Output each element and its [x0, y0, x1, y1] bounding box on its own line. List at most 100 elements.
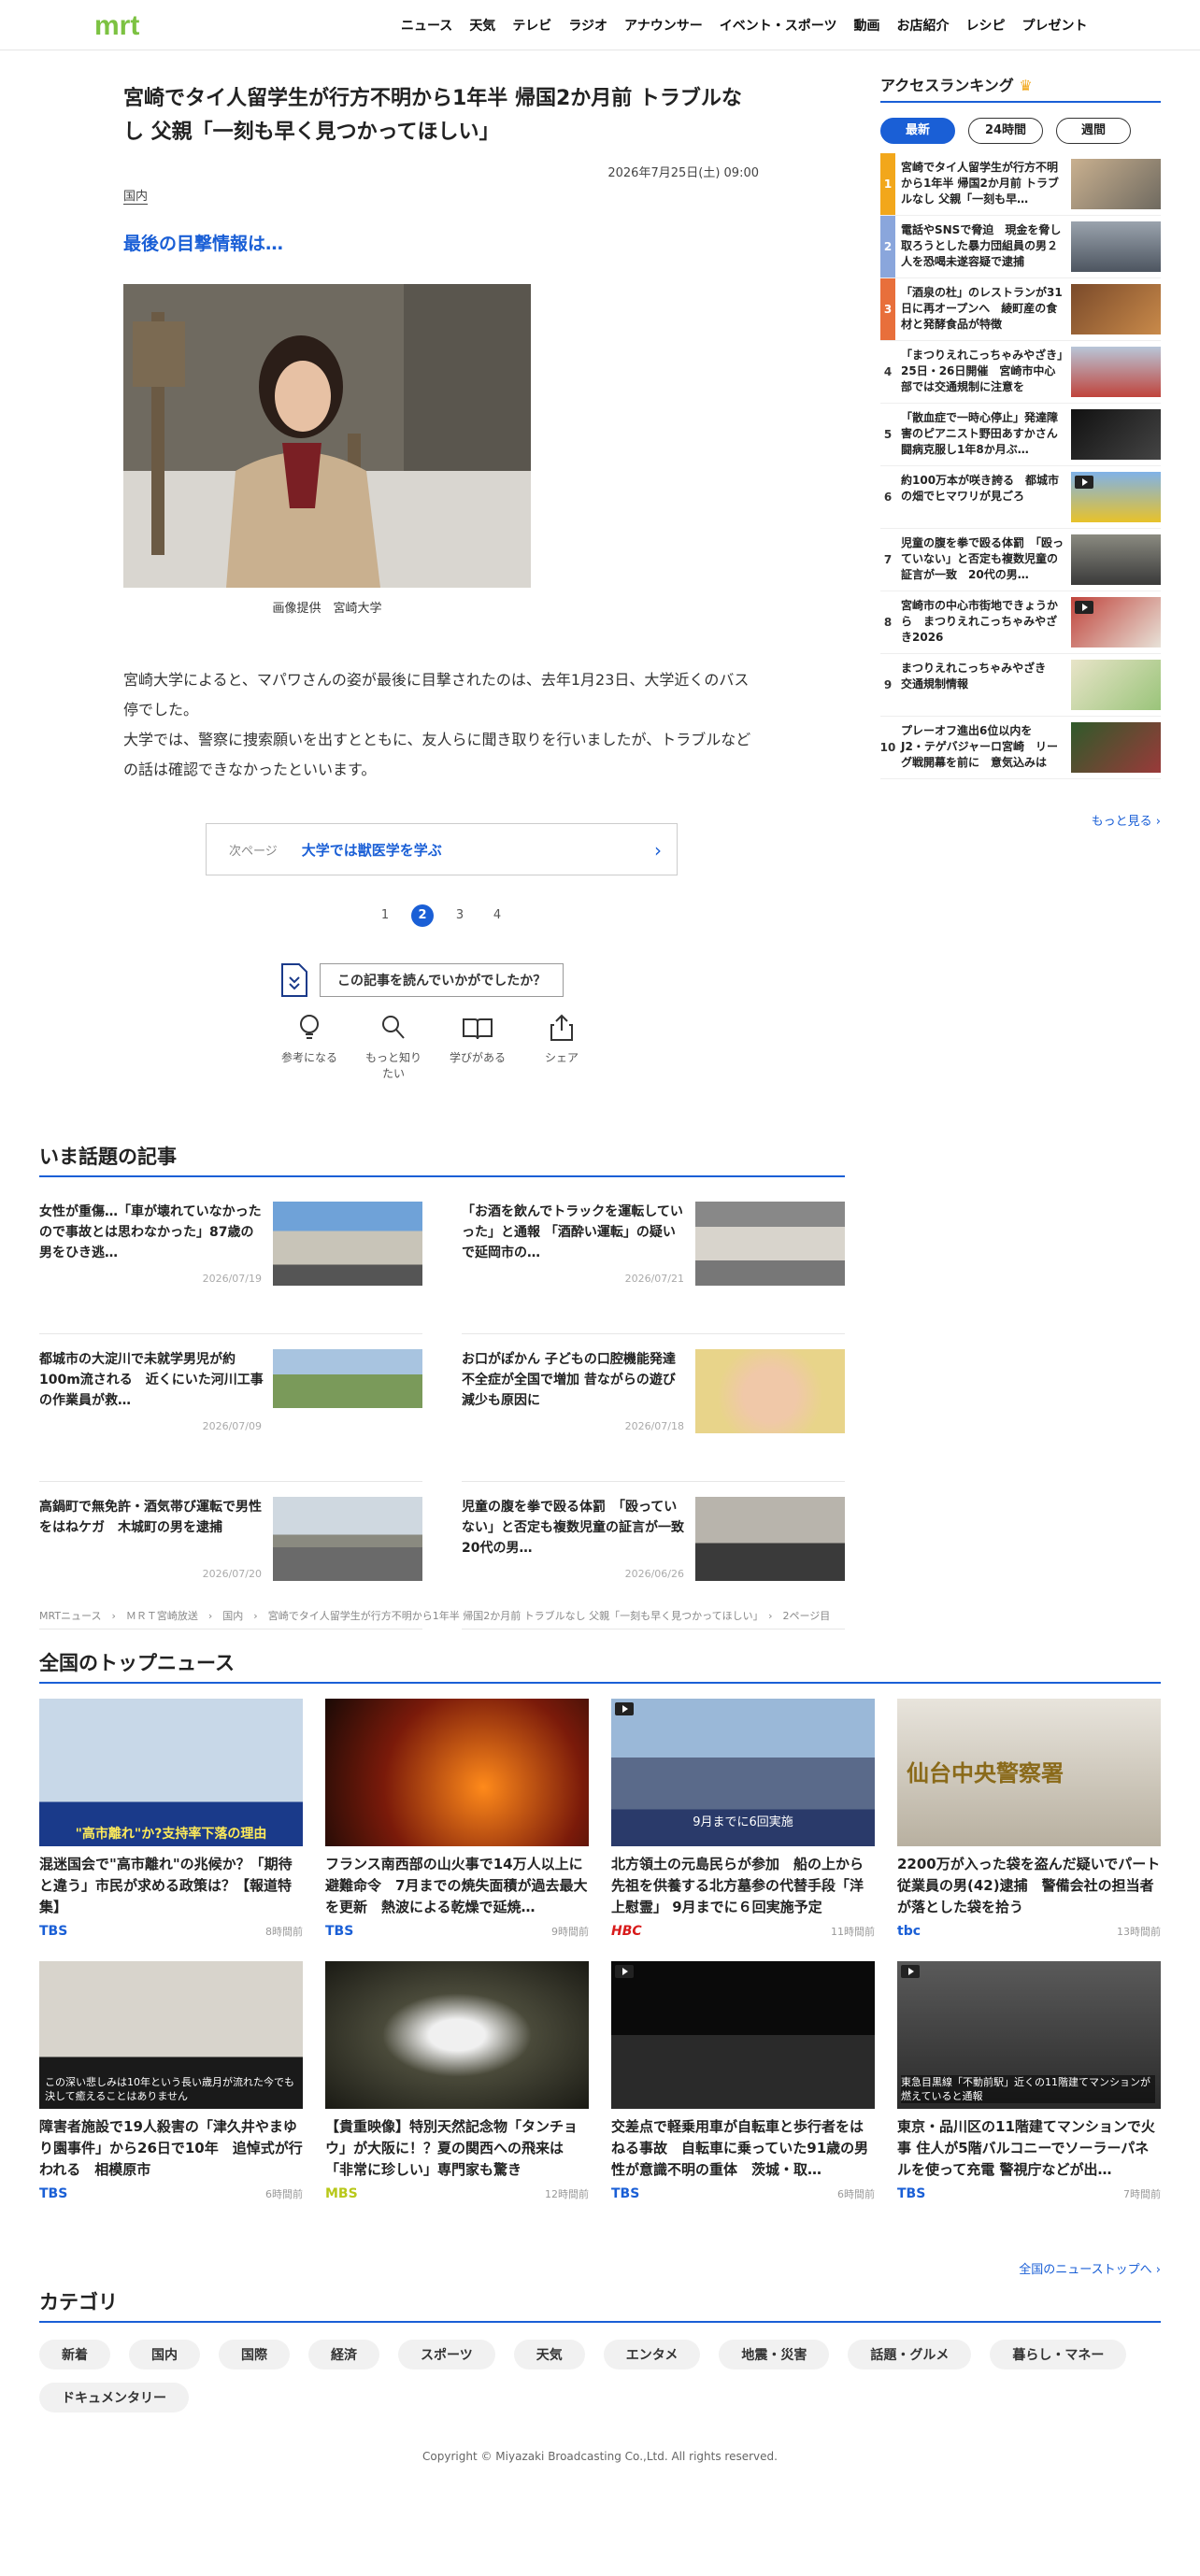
- ranking-item[interactable]: 4 「まつりえれこっちゃみやざき」25日・26日開催 宮崎市中心部では交通規制に注…: [880, 341, 1161, 404]
- brand-logo: TBS: [39, 2186, 68, 2201]
- topic-card[interactable]: お口がぽかん 子どもの口腔機能発達不全症が全国で増加 昔ながらの遊び減少も原因に…: [462, 1349, 845, 1482]
- tab-weekly[interactable]: 週間: [1056, 118, 1131, 144]
- news-thumb: [325, 1699, 589, 1846]
- nav-events[interactable]: イベント・スポーツ: [711, 16, 846, 35]
- page-link[interactable]: 1: [374, 904, 396, 927]
- nav-present[interactable]: プレゼント: [1014, 16, 1096, 35]
- ranking-item[interactable]: 2 電話やSNSで脅迫 現金を脅し取ろうとした暴力団組員の男２人を恐喝未遂容疑で逮…: [880, 216, 1161, 278]
- reaction-helpful[interactable]: 参考になる: [277, 1014, 342, 1081]
- next-page-title: 大学では獣医学を学ぶ: [301, 841, 442, 859]
- tab-24h[interactable]: 24時間: [968, 118, 1043, 144]
- news-thumb: [611, 1961, 875, 2109]
- nav-tv[interactable]: テレビ: [504, 16, 560, 35]
- nav-news[interactable]: ニュース: [393, 16, 461, 35]
- news-card[interactable]: この深い悲しみは10年という長い歳月が流れた今でも決して癒えることはありません …: [39, 1961, 303, 2201]
- topic-thumb: [273, 1349, 422, 1433]
- chevron-right-icon: ›: [654, 839, 662, 861]
- body-paragraph: 大学では、警察に捜索願いを出すとともに、友人らに聞き取りを行いましたが、トラブル…: [123, 731, 751, 778]
- brand-logo: TBS: [39, 1924, 68, 1939]
- brand-logo: MBS: [325, 2186, 358, 2201]
- mrt-logo[interactable]: mrt: [94, 7, 154, 41]
- ranking-more-link[interactable]: もっと見る ›: [935, 811, 1161, 829]
- next-page-label: 次ページ: [229, 844, 278, 859]
- category-chip[interactable]: 天気: [513, 2340, 585, 2370]
- access-ranking: アクセスランキング ♛ 最新 24時間 週間 1 宮崎でタイ人留学生が行方不明から…: [880, 73, 1161, 779]
- category-chip[interactable]: 新着: [39, 2340, 110, 2370]
- tab-latest[interactable]: 最新: [880, 118, 955, 144]
- page-link[interactable]: 4: [486, 904, 508, 927]
- topic-thumb: [695, 1202, 845, 1286]
- article-date: 2026年7月25日(土) 09:00: [607, 166, 759, 180]
- ranking-item[interactable]: 5 「散血症で一時心停止」発達障害のピアニスト野田あすかさん 闘病克服し1年8か月…: [880, 404, 1161, 466]
- national-more-link[interactable]: 全国のニューストップへ ›: [841, 2259, 1161, 2277]
- topic-card[interactable]: 都城市の大淀川で未就学男児が約100m流される 近くにいた河川工事の作業員が救……: [39, 1349, 422, 1482]
- ranking-item[interactable]: 9 まつりえれこっちゃみやざき 交通規制情報: [880, 654, 1161, 717]
- news-card[interactable]: 9月までに6回実施 北方領土の元島民らが参加 船の上から先祖を供養する北方墓参の…: [611, 1699, 875, 1939]
- share-icon: [550, 1014, 573, 1041]
- share-button[interactable]: シェア: [529, 1014, 594, 1081]
- category-chip[interactable]: 経済: [308, 2340, 379, 2370]
- category-chip[interactable]: ドキュメンタリー: [39, 2383, 189, 2412]
- category-chip[interactable]: スポーツ: [398, 2340, 495, 2370]
- breadcrumb[interactable]: MRTニュース › ＭＲＴ宮崎放送 › 国内 › 宮崎でタイ人留学生が行方不明か…: [39, 1608, 830, 1623]
- ranking-thumb: [1071, 472, 1161, 522]
- reaction-more[interactable]: もっと知りたい: [361, 1014, 426, 1081]
- news-thumb: 9月までに6回実施: [611, 1699, 875, 1846]
- topic-card[interactable]: 「お酒を飲んでトラックを運転していった」と通報 「酒酔い運転」の疑いで延岡市の……: [462, 1202, 845, 1334]
- category-chip[interactable]: 話題・グルメ: [848, 2340, 972, 2370]
- ranking-item[interactable]: 7 児童の腹を拳で殴る体罰 「殴っていない」と否定も複数児童の証言が一致 20代の…: [880, 529, 1161, 591]
- reaction-learn[interactable]: 学びがある: [445, 1014, 510, 1081]
- ranking-thumb: [1071, 597, 1161, 648]
- ranking-thumb: [1071, 284, 1161, 334]
- pagination: 1 2 3 4: [374, 904, 508, 927]
- nav-recipe[interactable]: レシピ: [958, 16, 1014, 35]
- ranking-item[interactable]: 10 プレーオフ進出6位以内を J2・テゲバジャーロ宮崎 リーグ戦開幕を前に 意気…: [880, 717, 1161, 779]
- topic-thumb: [273, 1202, 422, 1286]
- news-card[interactable]: 【貴重映像】特別天然記念物「タンチョウ」が大阪に！？夏の関西への飛来は「非常に珍…: [325, 1961, 589, 2201]
- ranking-item[interactable]: 3 「酒泉の杜」のレストランが31日に再オープンへ 綾町産の食材と発酵食品が特徴: [880, 278, 1161, 341]
- play-icon: [1075, 476, 1093, 489]
- article-title: 宮崎でタイ人留学生が行方不明から1年半 帰国2か月前 トラブルなし 父親「一刻も…: [123, 87, 742, 144]
- global-nav: ニュース 天気 テレビ ラジオ アナウンサー イベント・スポーツ 動画 お店紹介…: [393, 0, 1096, 50]
- news-card[interactable]: 交差点で軽乗用車が自転車と歩行者をはねる事故 自転車に乗っていた91歳の男性が意…: [611, 1961, 875, 2201]
- category-chip[interactable]: エンタメ: [603, 2340, 701, 2370]
- brand-logo: TBS: [611, 2186, 640, 2201]
- category-link[interactable]: 国内: [123, 186, 149, 205]
- news-card[interactable]: "高市離れ"か?支持率下落の理由 混迷国会で"高市離れ"の兆候か？「期待と違う」…: [39, 1699, 303, 1939]
- trending-articles: いま話題の記事 女性が重傷…「車が壊れていなかったので事故とは思わなかった」87…: [39, 1142, 845, 1630]
- ranking-thumb: [1071, 159, 1161, 209]
- ranking-item[interactable]: 1 宮崎でタイ人留学生が行方不明から1年半 帰国2か月前 トラブルなし 父親「一刻…: [880, 153, 1161, 216]
- document-icon: [281, 963, 307, 997]
- category-chip[interactable]: 国内: [129, 2340, 200, 2370]
- nav-video[interactable]: 動画: [846, 16, 889, 35]
- topic-card[interactable]: 女性が重傷…「車が壊れていなかったので事故とは思わなかった」87歳の男をひき逃……: [39, 1202, 422, 1334]
- news-card[interactable]: フランス南西部の山火事で14万人以上に避難命令 7月までの焼失面積が過去最大を更…: [325, 1699, 589, 1939]
- category-chip[interactable]: 暮らし・マネー: [990, 2340, 1127, 2370]
- nav-weather[interactable]: 天気: [461, 16, 504, 35]
- play-icon: [615, 1702, 634, 1715]
- search-icon: [382, 1016, 405, 1039]
- news-card[interactable]: 東急目黒線「不動前駅」近くの11階建てマンションが燃えていると通報 東京・品川区…: [897, 1961, 1161, 2201]
- next-page-link[interactable]: 次ページ 大学では獣医学を学ぶ ›: [206, 823, 678, 875]
- brand-logo: TBS: [897, 2186, 926, 2201]
- nav-announcer[interactable]: アナウンサー: [616, 16, 711, 35]
- page-link[interactable]: 3: [449, 904, 471, 927]
- site-header: mrt ニュース 天気 テレビ ラジオ アナウンサー イベント・スポーツ 動画 …: [0, 0, 1200, 50]
- topic-thumb: [695, 1349, 845, 1433]
- category-chip[interactable]: 国際: [219, 2340, 290, 2370]
- article-photo: [123, 284, 531, 588]
- copyright: Copyright © Miyazaki Broadcasting Co.,Lt…: [422, 2450, 778, 2463]
- ranking-item[interactable]: 8 宮崎市の中心市街地できょうから まつりえれこっちゃみやざき2026: [880, 591, 1161, 654]
- nav-radio[interactable]: ラジオ: [560, 16, 616, 35]
- national-top-news: 全国のトップニュース "高市離れ"か?支持率下落の理由 混迷国会で"高市離れ"の…: [39, 1648, 1161, 2201]
- news-card[interactable]: 仙台中央警察署 2200万が入った袋を盗んだ疑いでパート従業員の男(42)逮捕 …: [897, 1699, 1161, 1939]
- photo-caption: 画像提供 宮崎大学: [272, 602, 382, 616]
- topic-thumb: [273, 1497, 422, 1581]
- category-chip[interactable]: 地震・災害: [719, 2340, 830, 2370]
- news-thumb: [325, 1961, 589, 2109]
- nav-shops[interactable]: お店紹介: [889, 16, 958, 35]
- article-subheading: 最後の目撃情報は…: [123, 234, 284, 254]
- news-thumb: 仙台中央警察署: [897, 1699, 1161, 1846]
- page-current: 2: [411, 904, 434, 927]
- ranking-item[interactable]: 6 約100万本が咲き誇る 都城市の畑でヒマワリが見ごろ: [880, 466, 1161, 529]
